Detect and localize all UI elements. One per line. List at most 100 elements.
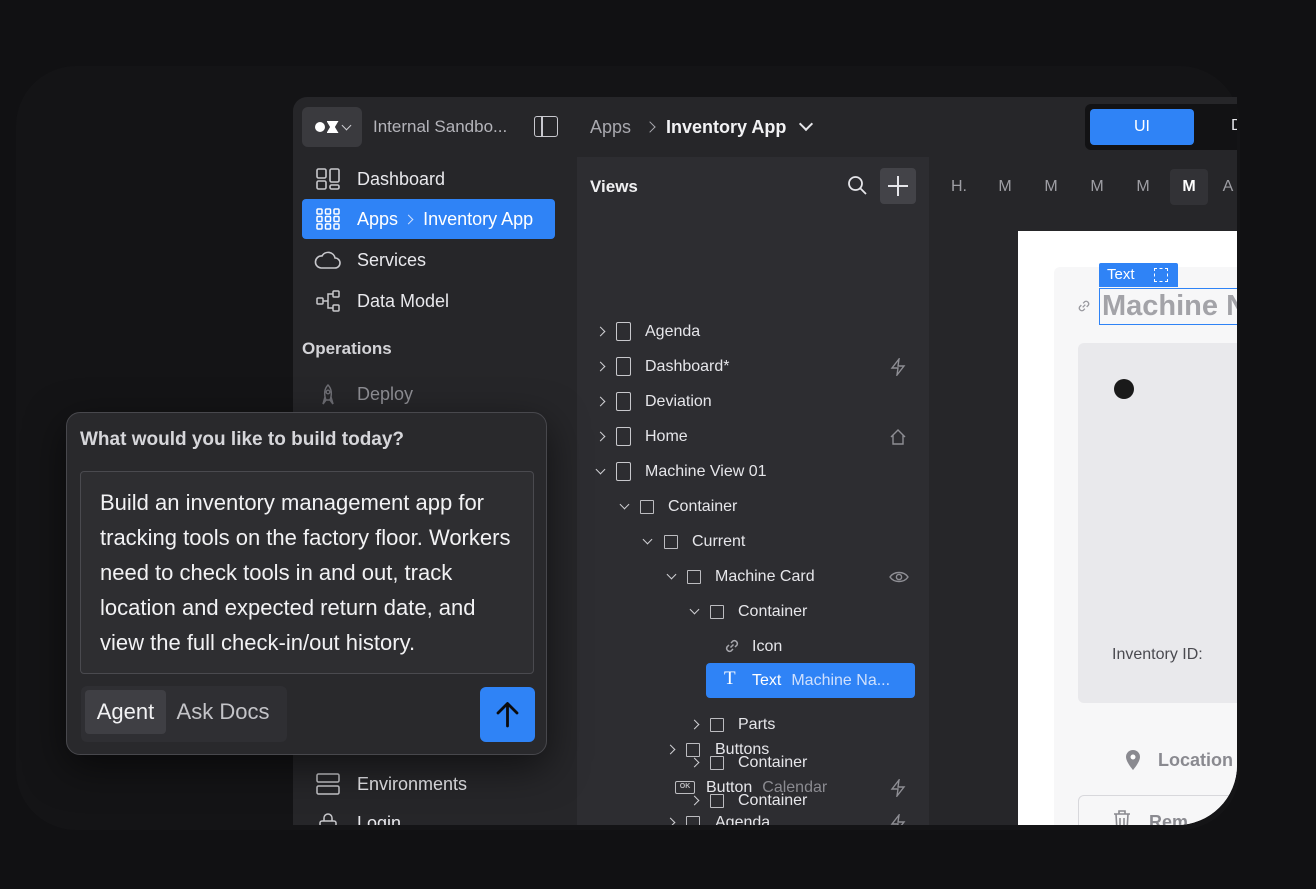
server-icon	[316, 773, 340, 795]
prompt-question: What would you like to build today?	[80, 429, 405, 450]
sidebar-item-label: Services	[357, 249, 427, 270]
chevron-down-icon[interactable]	[595, 464, 606, 475]
workspace-name[interactable]: Internal Sandbo...	[373, 117, 507, 137]
logo-icon	[314, 121, 339, 133]
prompt-text: Build an inventory management app for tr…	[100, 490, 511, 655]
sidebar-item-label: Environments	[357, 773, 468, 794]
selected-text-element[interactable]: Machine N	[1099, 288, 1237, 325]
mode-toggle: UI D	[1085, 104, 1237, 150]
dashboard-icon	[316, 168, 340, 190]
tree-row[interactable]: Container	[577, 594, 917, 629]
search-icon[interactable]	[847, 175, 867, 195]
sidebar-item-services[interactable]: Services	[302, 240, 555, 280]
tab-ask-docs[interactable]: Ask Docs	[173, 690, 273, 734]
tree-row[interactable]: OK Button Calendar	[653, 770, 993, 805]
container-icon	[687, 569, 701, 584]
breakpoint-tab[interactable]: M	[986, 169, 1024, 205]
breakpoint-tab[interactable]: M	[1124, 169, 1162, 205]
container-icon	[710, 604, 724, 619]
tree-row-selected[interactable]: T Text Machine Na...	[706, 663, 915, 698]
tree-row-sub-label: Machine Na...	[791, 671, 891, 689]
section-title-operations: Operations	[302, 339, 392, 358]
breadcrumb-apps[interactable]: Apps	[590, 117, 631, 138]
sidebar-item-login[interactable]: Login	[302, 803, 555, 825]
tree-row[interactable]: Home	[577, 419, 917, 454]
tab-agent[interactable]: Agent	[85, 690, 166, 734]
tree-row-sub-label: Calendar	[762, 778, 828, 796]
chevron-down-icon[interactable]	[689, 604, 700, 615]
sidebar-item-dashboard[interactable]: Dashboard	[302, 159, 555, 199]
machine-name-text: Machine N	[1102, 290, 1237, 322]
lightning-icon	[890, 779, 906, 797]
breadcrumb-current-app[interactable]: Inventory App	[666, 117, 786, 138]
breakpoint-tab-active[interactable]: M	[1170, 169, 1208, 205]
send-button[interactable]	[480, 687, 535, 742]
chevron-right-icon[interactable]	[595, 326, 606, 337]
workspace-switcher-button[interactable]	[302, 107, 362, 147]
data-model-icon	[316, 290, 340, 312]
link-icon	[1078, 300, 1090, 312]
page-preview: Text Machine N Inventory ID: Location Re…	[1018, 231, 1237, 825]
tree-row[interactable]: Current	[577, 524, 917, 559]
chevron-right-icon[interactable]	[595, 361, 606, 372]
tree-row[interactable]: Machine View 01	[577, 454, 917, 489]
chevron-right-icon[interactable]	[595, 431, 606, 442]
canvas-area: H. M M M M M A Text Machine N Inventory …	[929, 157, 1237, 825]
eye-icon[interactable]	[889, 568, 909, 586]
add-view-button[interactable]	[880, 168, 916, 204]
tree-row[interactable]: Container	[577, 489, 917, 524]
cloud-icon	[314, 251, 341, 269]
status-dot	[1114, 379, 1134, 399]
tree-row-label: Agenda	[645, 322, 701, 340]
app-dropdown-chevron-icon[interactable]	[798, 116, 814, 132]
views-panel: Views Agenda Dashboard* Deviation Home M…	[577, 157, 929, 825]
container-icon	[710, 717, 724, 732]
mode-data-button[interactable]: D	[1231, 117, 1237, 135]
tree-row-label: Buttons	[715, 740, 770, 758]
tree-row-label: Current	[692, 532, 746, 550]
tree-row[interactable]: Icon	[577, 629, 917, 664]
chevron-right-icon[interactable]	[665, 744, 676, 755]
mode-ui-button[interactable]: UI	[1090, 109, 1194, 145]
tree-row-label: Parts	[738, 715, 776, 733]
chevron-right-icon[interactable]	[665, 817, 676, 825]
page-icon	[616, 322, 631, 341]
chevron-right-icon[interactable]	[689, 719, 700, 730]
breakpoint-tab[interactable]: M	[1032, 169, 1070, 205]
location-pin-icon	[1126, 750, 1140, 770]
tree-row-label: Agenda	[715, 813, 771, 826]
sidebar-item-deploy[interactable]: Deploy	[302, 374, 555, 414]
sidebar-item-environments[interactable]: Environments	[302, 764, 555, 804]
tree-row[interactable]: Deviation	[577, 384, 917, 419]
tree-row-label: Button	[706, 778, 753, 796]
top-bar: Internal Sandbo... Apps Inventory App UI…	[293, 97, 1237, 157]
apps-label: Apps	[357, 208, 399, 229]
breakpoint-tab[interactable]: A	[1209, 169, 1237, 205]
sidebar-toggle-icon[interactable]	[534, 116, 558, 137]
prompt-input[interactable]: Build an inventory management app for tr…	[80, 471, 534, 674]
tree-row-label: Home	[645, 427, 688, 445]
remove-button[interactable]: Rem	[1078, 795, 1237, 825]
sidebar-item-apps[interactable]: Apps Inventory App	[302, 199, 555, 239]
apps-grid-icon	[316, 208, 340, 230]
container-icon	[664, 534, 678, 549]
remove-button-label: Rem	[1149, 812, 1189, 825]
page-icon	[616, 427, 631, 446]
link-icon	[725, 639, 739, 653]
tree-row[interactable]: Dashboard*	[577, 349, 917, 384]
tree-row[interactable]: Buttons	[653, 732, 993, 767]
sidebar-item-data-model[interactable]: Data Model	[302, 281, 555, 321]
breakpoint-tab[interactable]: H.	[940, 169, 978, 205]
location-label: Location	[1158, 750, 1233, 770]
chevron-right-icon[interactable]	[595, 396, 606, 407]
text-type-icon: T	[724, 668, 736, 689]
breakpoint-tab[interactable]: M	[1078, 169, 1116, 205]
tree-row-label: Machine View 01	[645, 462, 767, 480]
container-icon	[686, 815, 700, 825]
chevron-down-icon[interactable]	[642, 534, 653, 545]
tree-row[interactable]: Agenda	[653, 805, 993, 825]
tree-row[interactable]: Machine Card	[577, 559, 917, 594]
chevron-down-icon[interactable]	[619, 499, 630, 510]
tree-row[interactable]: Agenda	[577, 314, 917, 349]
chevron-down-icon[interactable]	[666, 569, 677, 580]
